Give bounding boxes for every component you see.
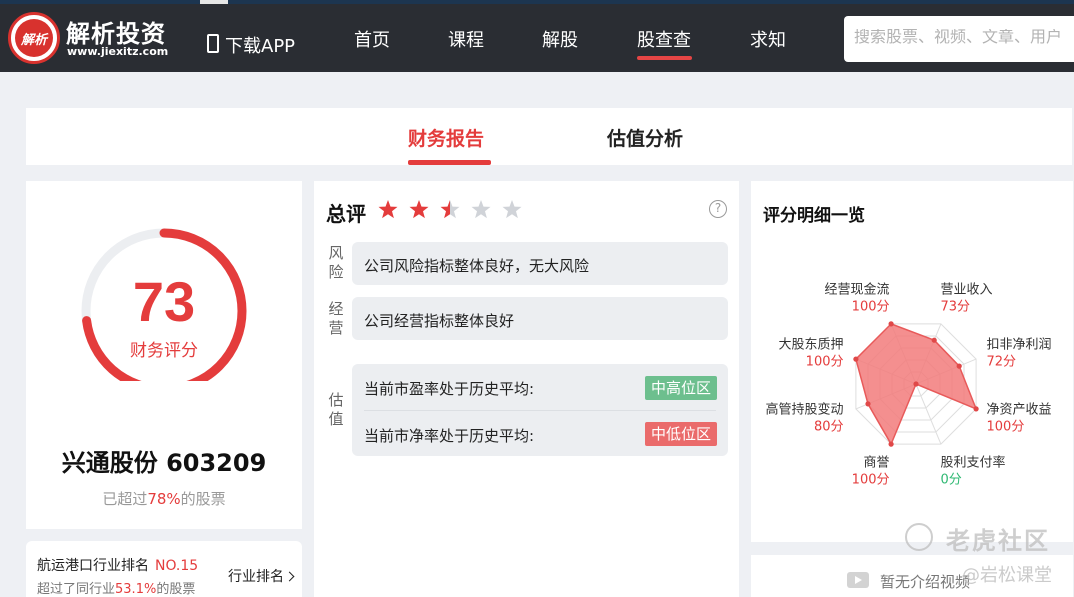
radar-label: 股利支付率 bbox=[941, 455, 1006, 471]
valuation-label: 估值 bbox=[328, 391, 344, 428]
radar-point bbox=[865, 401, 871, 407]
active-nav-underline bbox=[637, 56, 692, 60]
pb-badge: 中低位区 bbox=[645, 422, 717, 446]
nav-qiuzhi[interactable]: 求知 bbox=[750, 26, 786, 52]
radar-point bbox=[888, 441, 894, 447]
top-stripe bbox=[0, 0, 1074, 4]
valuation-divider bbox=[364, 410, 716, 411]
stripe-highlight bbox=[200, 0, 228, 4]
radar-point bbox=[888, 321, 894, 327]
radar-score: 100分 bbox=[852, 473, 890, 488]
industry-rank: 航运港口行业排名 NO.15 bbox=[37, 555, 198, 575]
industry-rank-number: NO.15 bbox=[155, 558, 199, 574]
beat-percentage: 已超过78%的股票 bbox=[26, 488, 302, 509]
beat-prefix: 已超过 bbox=[102, 490, 148, 508]
search-input[interactable] bbox=[854, 29, 1074, 47]
download-app-link[interactable]: 下载APP bbox=[208, 32, 295, 58]
watermark-sub: @岩松课堂 bbox=[962, 565, 1052, 586]
valuation-summary: 当前市盈率处于历史平均: 中高位区 当前市净率处于历史平均: 中低位区 bbox=[352, 364, 728, 456]
radar-point bbox=[973, 406, 979, 412]
logo-icon[interactable]: 解析 bbox=[8, 12, 60, 64]
risk-summary: 公司风险指标整体良好，无大风险 bbox=[352, 242, 728, 285]
score-card: 73 财务评分 兴通股份 603209 已超过78%的股票 bbox=[26, 181, 302, 529]
radar-label: 扣非净利润 bbox=[987, 338, 1052, 353]
industry-rank-label: 航运港口行业排名 bbox=[37, 558, 149, 574]
radar-score: 0分 bbox=[941, 473, 962, 488]
operations-summary: 公司经营指标整体良好 bbox=[352, 297, 728, 340]
radar-score: 72分 bbox=[987, 355, 1017, 370]
no-video-text: 暂无介绍视频 bbox=[880, 573, 971, 591]
star-icon bbox=[471, 200, 491, 219]
logo-title[interactable]: 解析投资 bbox=[66, 14, 166, 49]
logo-badge-text: 解析 bbox=[20, 33, 47, 48]
radar-score: 100分 bbox=[987, 420, 1025, 435]
radar-label: 商誉 bbox=[863, 456, 889, 471]
score-label: 财务评分 bbox=[130, 341, 198, 361]
pe-badge: 中高位区 bbox=[645, 376, 717, 400]
nav-courses[interactable]: 课程 bbox=[448, 26, 484, 52]
nav-home[interactable]: 首页 bbox=[354, 26, 390, 52]
radar-score: 73分 bbox=[941, 300, 971, 315]
radar-score: 80分 bbox=[814, 420, 844, 435]
industry-beat-pct: 53.1% bbox=[115, 582, 157, 597]
radar-label: 大股东质押 bbox=[778, 338, 843, 353]
report-tabs: 财务报告 估值分析 bbox=[26, 108, 1072, 165]
overall-card: 总评 ? 风险 公司风险指标整体良好，无大风险 经营 公司经营指标整体良好 估值… bbox=[314, 181, 739, 597]
download-app-label: 下载APP bbox=[225, 36, 296, 57]
pe-text: 当前市盈率处于历史平均: bbox=[364, 380, 535, 398]
industry-rank-link[interactable]: 行业排名 bbox=[228, 566, 295, 586]
radar-label: 经营现金流 bbox=[824, 282, 889, 298]
radar-score: 100分 bbox=[806, 355, 844, 370]
radar-chart: 营业收入73分扣非净利润72分净资产收益100分股利支付率0分商誉100分高管持… bbox=[765, 282, 1052, 488]
radar-label: 净资产收益 bbox=[987, 403, 1052, 418]
chevron-right-icon bbox=[284, 571, 295, 582]
nav-stock-check[interactable]: 股查查 bbox=[637, 26, 691, 52]
watermark-main: 老虎社区 bbox=[946, 527, 1050, 555]
beat-suffix: 的股票 bbox=[180, 490, 226, 508]
beat-pct: 78% bbox=[147, 490, 181, 508]
radar-point bbox=[956, 363, 962, 369]
radar-score: 100分 bbox=[852, 300, 890, 315]
radar-point bbox=[931, 337, 937, 343]
industry-beat: 超过了同行业53.1%的股票 bbox=[37, 578, 195, 597]
star-icon bbox=[440, 200, 460, 219]
stock-name-code: 兴通股份 603209 bbox=[61, 449, 267, 477]
help-icon[interactable]: ? bbox=[709, 200, 727, 218]
search-box[interactable] bbox=[844, 16, 1074, 62]
tab-financial-report[interactable]: 财务报告 bbox=[408, 124, 484, 151]
nav-stocks[interactable]: 解股 bbox=[542, 26, 578, 52]
star-icon bbox=[502, 200, 522, 219]
radar-label: 营业收入 bbox=[941, 283, 993, 298]
industry-rank-card: 航运港口行业排名 NO.15 超过了同行业53.1%的股票 行业排名 bbox=[26, 541, 302, 597]
star-icon bbox=[378, 200, 398, 219]
star-rating bbox=[378, 200, 522, 219]
risk-text: 公司风险指标整体良好，无大风险 bbox=[364, 257, 590, 275]
active-tab-underline bbox=[408, 160, 491, 165]
industry-rank-link-label: 行业排名 bbox=[228, 569, 284, 585]
radar-point bbox=[913, 381, 919, 387]
score-detail-card: 评分明细一览 营业收入 73分 扣非净利润 72分 净资产收益 100分 股利支付率 0分 商誉… bbox=[751, 181, 1073, 542]
video-icon bbox=[847, 572, 869, 588]
industry-beat-prefix: 超过了同行业 bbox=[37, 582, 116, 597]
industry-beat-suffix: 的股票 bbox=[156, 582, 196, 597]
radar-point bbox=[853, 356, 859, 362]
star-icon bbox=[409, 200, 429, 219]
top-header: 解析 解析投资 www.jiexitz.com 下载APP 首页 课程 解股 股… bbox=[0, 0, 1074, 72]
logo-domain: www.jiexitz.com bbox=[67, 45, 169, 58]
pb-text: 当前市净率处于历史平均: bbox=[364, 427, 535, 445]
ops-text: 公司经营指标整体良好 bbox=[364, 312, 515, 330]
risk-label: 风险 bbox=[328, 244, 344, 281]
overall-title: 总评 bbox=[326, 202, 366, 226]
tab-valuation-analysis[interactable]: 估值分析 bbox=[607, 124, 683, 151]
radar-label: 高管持股变动 bbox=[765, 402, 843, 418]
operations-label: 经营 bbox=[328, 300, 344, 337]
score-value: 73 bbox=[132, 270, 196, 333]
watermark-logo-icon bbox=[905, 523, 933, 551]
